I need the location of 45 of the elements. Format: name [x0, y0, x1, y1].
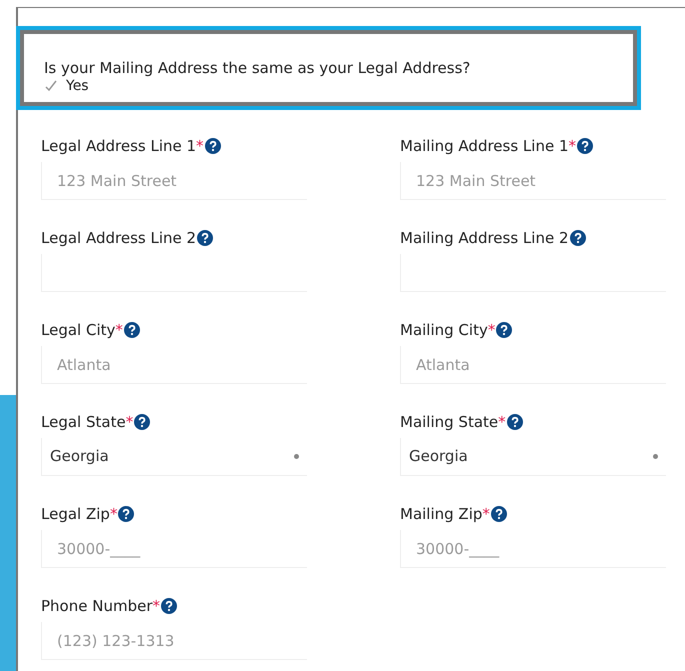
help-icon[interactable] [124, 322, 140, 338]
input-field[interactable]: (123) 123-1313 [41, 622, 307, 660]
field-label: Mailing Zip [400, 504, 482, 524]
help-icon[interactable] [570, 230, 586, 246]
field-label: Legal Address Line 2 [41, 228, 196, 248]
required-asterisk: * [126, 412, 134, 432]
state-select[interactable]: Georgia [400, 438, 666, 476]
required-asterisk: * [568, 136, 576, 156]
required-asterisk: * [110, 504, 118, 524]
help-icon[interactable] [204, 138, 221, 154]
field-label: Mailing State [400, 412, 498, 432]
required-asterisk: * [115, 320, 123, 340]
field-label: Phone Number [41, 596, 152, 616]
input-field[interactable]: 30000-____ [41, 530, 307, 568]
help-icon[interactable] [197, 230, 214, 246]
input-field[interactable]: 123 Main Street [400, 162, 666, 200]
required-asterisk: * [488, 320, 496, 340]
required-asterisk: * [152, 596, 160, 616]
field-label: Legal Address Line 1 [41, 136, 196, 156]
required-asterisk: * [196, 136, 204, 156]
help-icon[interactable] [506, 414, 523, 430]
required-asterisk: * [482, 504, 490, 524]
help-icon[interactable] [134, 414, 150, 430]
question-text: Is your Mailing Address the same as your Legal Address? [44, 58, 472, 78]
input-field[interactable]: 30000-____ [400, 530, 666, 568]
state-select[interactable]: Georgia [41, 438, 307, 476]
input-field[interactable]: 123 Main Street [41, 162, 307, 200]
help-icon[interactable] [496, 322, 512, 338]
field-label: Legal City [41, 320, 116, 340]
dropdown-icon [294, 454, 299, 459]
field-label: Legal State [41, 412, 126, 432]
field-label: Mailing Address Line 2 [400, 228, 569, 248]
required-asterisk: * [498, 412, 506, 432]
dropdown-icon [653, 454, 658, 459]
field-label: Mailing Address Line 1 [400, 136, 569, 156]
option-label: Yes [66, 78, 89, 94]
checkbox[interactable] [44, 79, 58, 93]
input-field[interactable]: Atlanta [41, 346, 307, 384]
field-label: Mailing City [400, 320, 488, 340]
help-icon[interactable] [490, 506, 507, 522]
help-icon[interactable] [161, 598, 177, 614]
field-label: Legal Zip [41, 504, 110, 524]
input-field[interactable]: Atlanta [400, 346, 666, 384]
help-icon[interactable] [118, 506, 134, 522]
help-icon[interactable] [577, 138, 594, 154]
